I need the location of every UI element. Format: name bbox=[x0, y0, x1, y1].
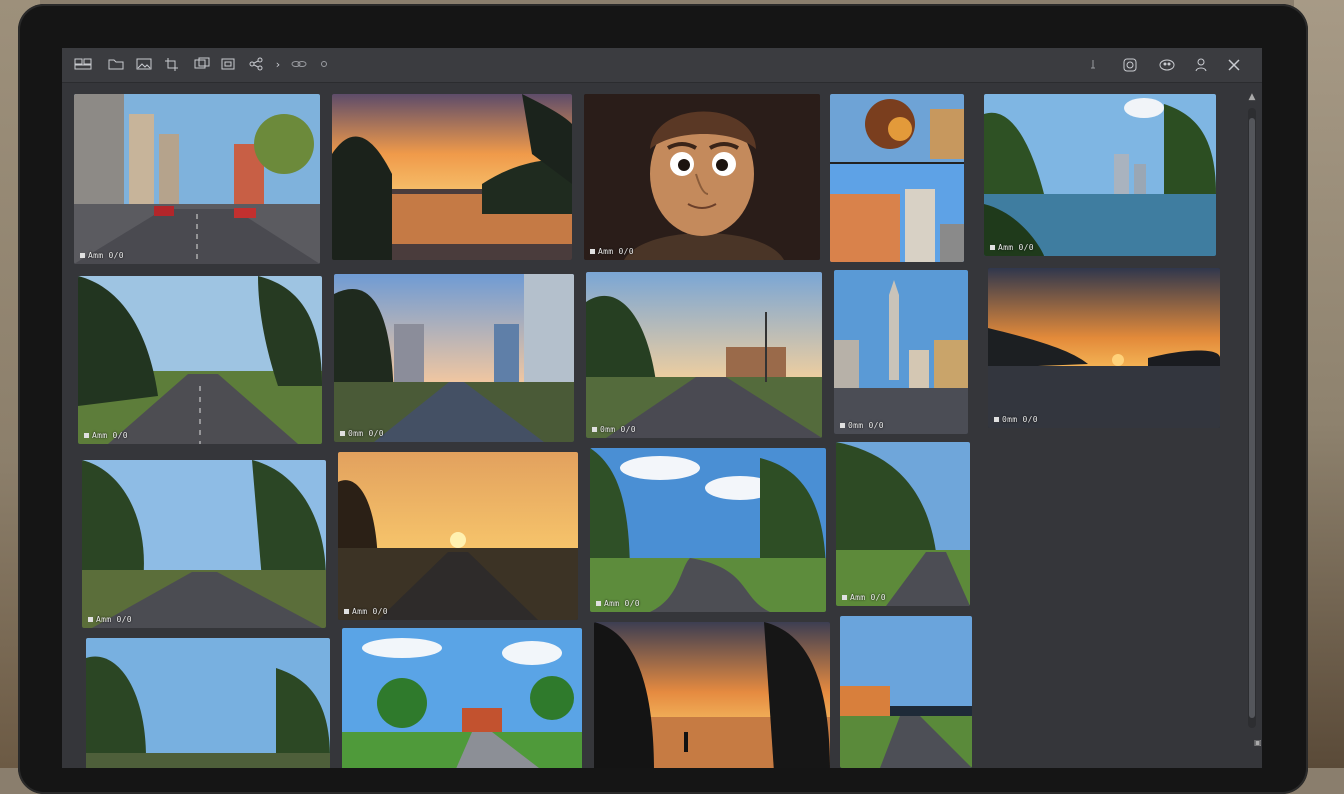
thumbnail-curved-road-clouds[interactable]: Amm 0/0 bbox=[590, 448, 826, 612]
thumbnail-caption: Amm 0/0 bbox=[842, 593, 886, 602]
scroll-up-icon[interactable]: ▲ bbox=[1246, 92, 1258, 104]
thumbnail-road-sunset-dark[interactable]: 0mm 0/0 bbox=[988, 268, 1220, 428]
thumbnail-road-forest-day[interactable]: Amm 0/0 bbox=[82, 460, 326, 628]
resize-corner-icon[interactable]: ▣ bbox=[1254, 738, 1262, 748]
thumbnail-lake-sunset[interactable] bbox=[332, 94, 572, 260]
folder-icon[interactable] bbox=[108, 57, 124, 73]
thumbnail-caption: Amm 0/0 bbox=[596, 599, 640, 608]
thumbnail-caption: Amm 0/0 bbox=[84, 431, 128, 440]
toolbar: › bbox=[62, 48, 1262, 83]
thumbnail-caption: Amm 0/0 bbox=[88, 615, 132, 624]
thumbnail-caption: 0mm 0/0 bbox=[840, 421, 884, 430]
photo-gallery-app: › Amm 0/0 Amm 0/0 Amm 0/0 Amm 0/0 0mm 0/… bbox=[62, 48, 1262, 768]
user-icon[interactable] bbox=[1194, 57, 1210, 73]
thumbnail-cartoon-man-portrait[interactable]: Amm 0/0 bbox=[584, 94, 820, 260]
scrollbar-thumb[interactable] bbox=[1249, 118, 1255, 718]
thumbnail-city-street-day[interactable]: Amm 0/0 bbox=[74, 94, 320, 264]
crop-icon[interactable] bbox=[164, 57, 180, 73]
thumbnail-caption: Amm 0/0 bbox=[344, 607, 388, 616]
thumbnail-city-avenue-dusk[interactable]: 0mm 0/0 bbox=[334, 274, 574, 442]
settings-dot-icon[interactable] bbox=[318, 57, 334, 73]
thumbnail-caption: 0mm 0/0 bbox=[340, 429, 384, 438]
thumbnail-river-trees-day[interactable]: Amm 0/0 bbox=[984, 94, 1216, 256]
photos-icon[interactable] bbox=[194, 57, 210, 73]
thumbnail-caption: Amm 0/0 bbox=[590, 247, 634, 256]
link-icon[interactable] bbox=[290, 57, 308, 73]
thumbnail-road-orange-building[interactable] bbox=[840, 616, 972, 768]
share-icon[interactable] bbox=[248, 57, 264, 73]
tools-icon[interactable] bbox=[1226, 57, 1242, 73]
thumbnail-road-trees-day[interactable]: Amm 0/0 bbox=[78, 276, 322, 444]
thumbnail-road-sunset-orange[interactable]: Amm 0/0 bbox=[338, 452, 578, 620]
info-icon[interactable] bbox=[1086, 57, 1102, 73]
thumbnail-caption: Amm 0/0 bbox=[990, 243, 1034, 252]
thumbnail-cartoon-park-road[interactable] bbox=[342, 628, 582, 768]
thumbnail-city-tower-road[interactable]: 0mm 0/0 bbox=[834, 270, 968, 434]
thumbnail-park-road-trees[interactable]: Amm 0/0 bbox=[836, 442, 970, 606]
vertical-scrollbar[interactable] bbox=[1248, 108, 1256, 728]
frame-icon[interactable] bbox=[220, 57, 236, 73]
refresh-icon[interactable] bbox=[1122, 57, 1138, 73]
thumbnail-grid: Amm 0/0 Amm 0/0 Amm 0/0 Amm 0/0 0mm 0/0 … bbox=[62, 82, 1262, 768]
thumbnail-lake-silhouette-sunset[interactable] bbox=[594, 622, 830, 768]
thumbnail-buildings-split[interactable] bbox=[830, 94, 964, 262]
thumbnail-suburban-road-dusk[interactable]: 0mm 0/0 bbox=[586, 272, 822, 438]
thumbnail-caption: Amm 0/0 bbox=[80, 251, 124, 260]
thumbnail-road-trees-blue[interactable] bbox=[86, 638, 330, 768]
chevron-right-icon[interactable]: › bbox=[270, 57, 286, 73]
image-icon[interactable] bbox=[136, 57, 152, 73]
thumbnail-caption: 0mm 0/0 bbox=[592, 425, 636, 434]
thumbnail-caption: 0mm 0/0 bbox=[994, 415, 1038, 424]
palette-icon[interactable] bbox=[1158, 57, 1176, 73]
grid-icon[interactable] bbox=[74, 57, 92, 73]
